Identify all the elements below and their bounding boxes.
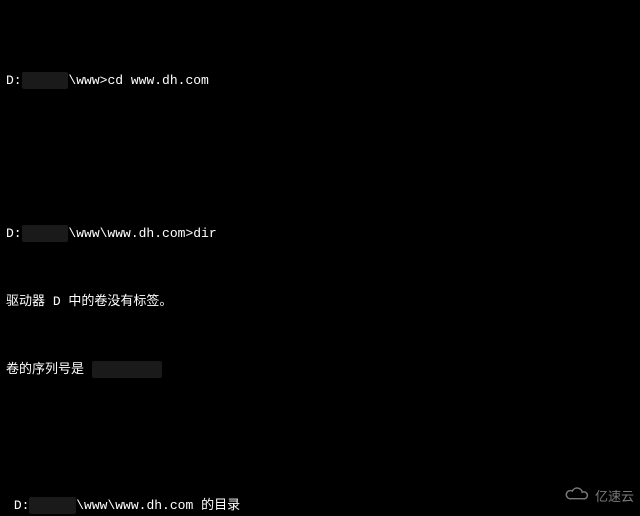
dir-header: D:xxxxxx\www\www.dh.com 的目录 (6, 497, 634, 514)
drive-letter: D: (6, 226, 22, 241)
watermark-text: 亿速云 (595, 486, 634, 505)
command-text: cd www.dh.com (107, 73, 208, 88)
cloud-icon (563, 485, 591, 506)
redacted-serial: xxxx-xxxx (92, 361, 162, 378)
drive-letter: D: (6, 73, 22, 88)
prompt-line-1: D:xxxxxx\www>cd www.dh.com (6, 55, 634, 89)
redacted-path: xxxxxx (22, 225, 69, 242)
drive-letter: D: (14, 498, 30, 513)
serial-line: 卷的序列号是 xxxx-xxxx (6, 361, 634, 378)
terminal-output[interactable]: D:xxxxxx\www>cd www.dh.com D:xxxxxx\www\… (0, 0, 640, 516)
path-segment: \www\www.dh.com> (68, 226, 193, 241)
redacted-path: xxxxxx (29, 497, 76, 514)
watermark: 亿速云 (563, 485, 634, 506)
blank-line (6, 429, 634, 446)
redacted-path: xxxxxx (22, 72, 69, 89)
path-segment: \www> (68, 73, 107, 88)
blank-line (6, 140, 634, 157)
volume-line: 驱动器 D 中的卷没有标签。 (6, 293, 634, 310)
command-text: dir (193, 226, 216, 241)
prompt-line-2: D:xxxxxx\www\www.dh.com>dir (6, 208, 634, 242)
path-text: \www\www.dh.com (76, 498, 193, 513)
